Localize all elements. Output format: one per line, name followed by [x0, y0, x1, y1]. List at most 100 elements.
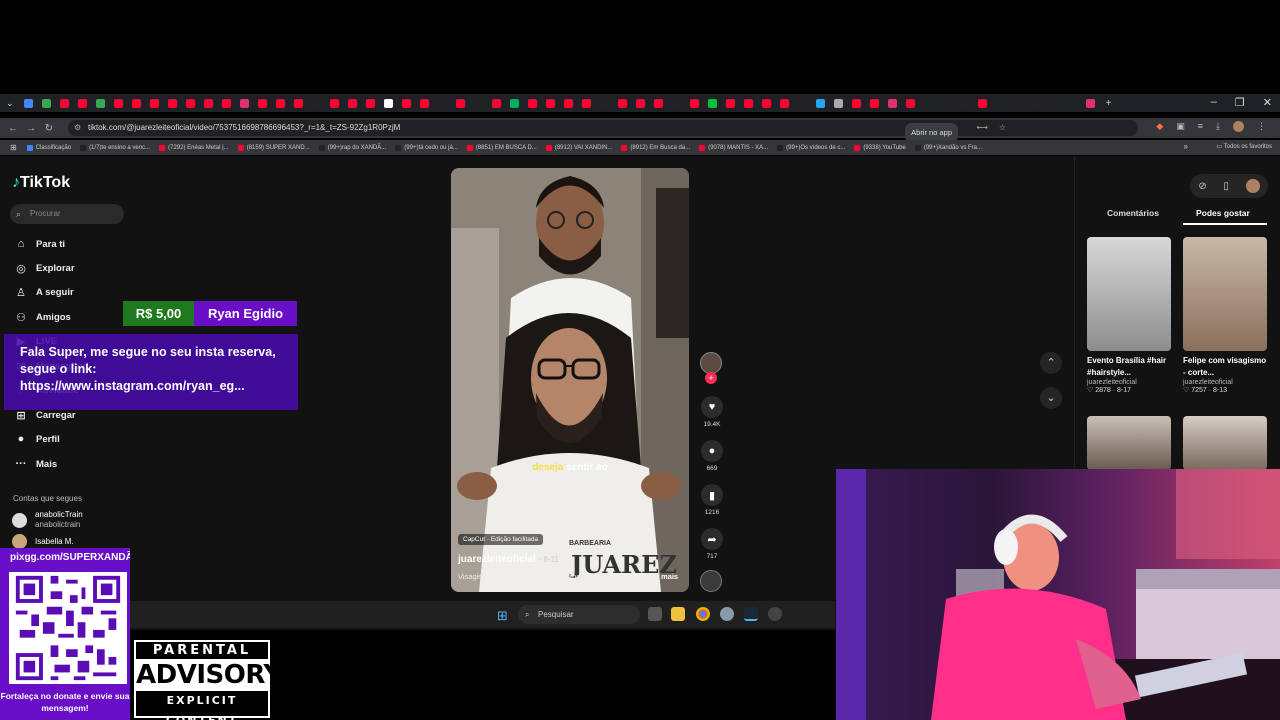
- browser-tab[interactable]: [1032, 98, 1042, 108]
- browser-tab[interactable]: [654, 98, 664, 108]
- file-explorer-icon[interactable]: [671, 607, 685, 621]
- tab-you-may-like[interactable]: Podes gostar: [1196, 208, 1250, 218]
- tiktok-logo[interactable]: ♪TikTok: [12, 174, 70, 192]
- browser-tab[interactable]: [924, 98, 934, 108]
- profile-avatar-icon[interactable]: [1233, 121, 1244, 132]
- bookmark-item[interactable]: (8912) VAI XANDIN...: [545, 144, 612, 151]
- task-view-icon[interactable]: [648, 607, 662, 621]
- sidebar-item-a-seguir[interactable]: ♙ A seguir: [14, 284, 74, 300]
- browser-tab[interactable]: [96, 98, 106, 108]
- browser-tab[interactable]: [222, 98, 232, 108]
- previous-video-icon[interactable]: ⌃: [1040, 352, 1062, 374]
- browser-tab[interactable]: [492, 98, 502, 108]
- reading-list-icon[interactable]: ≡: [1198, 121, 1203, 132]
- all-favorites-folder[interactable]: ▭ Todos os favoritos: [1216, 143, 1272, 150]
- browser-tab[interactable]: [168, 98, 178, 108]
- capcut-badge[interactable]: CapCut · Edição facilitada: [458, 534, 544, 545]
- browser-tab[interactable]: [24, 98, 34, 108]
- save-button[interactable]: ▮ 1216: [700, 484, 724, 516]
- more-bookmarks-icon[interactable]: »: [1184, 142, 1188, 151]
- bookmark-item[interactable]: Classificação: [26, 144, 71, 151]
- related-video-card[interactable]: Evento Brasília #hair #hairstyle... juar…: [1087, 237, 1171, 394]
- browser-tab[interactable]: [546, 98, 556, 108]
- browser-tab[interactable]: [150, 98, 160, 108]
- settings-icon[interactable]: [720, 607, 734, 621]
- browser-tab[interactable]: [420, 98, 430, 108]
- browser-tab[interactable]: [402, 98, 412, 108]
- compass-icon[interactable]: ⊘: [1198, 181, 1206, 192]
- forward-icon[interactable]: →: [22, 123, 40, 134]
- sidebar-item-para-ti[interactable]: ⌂ Para ti: [14, 236, 65, 252]
- browser-tab[interactable]: [780, 98, 790, 108]
- browser-tab[interactable]: [600, 98, 610, 108]
- download-icon[interactable]: ⤓: [1216, 121, 1220, 132]
- browser-tab[interactable]: [60, 98, 70, 108]
- browser-tab[interactable]: [726, 98, 736, 108]
- browser-tab[interactable]: [186, 98, 196, 108]
- next-video-icon[interactable]: ⌄: [1040, 387, 1062, 409]
- browser-tab[interactable]: [672, 98, 682, 108]
- browser-tab[interactable]: [978, 98, 988, 108]
- browser-tab[interactable]: [636, 98, 646, 108]
- browser-tab[interactable]: [366, 98, 376, 108]
- extension-icon[interactable]: ◆: [1156, 121, 1163, 132]
- browser-tab[interactable]: [1068, 98, 1078, 108]
- new-tab-button[interactable]: +: [1106, 98, 1112, 109]
- minimize-icon[interactable]: –: [1211, 96, 1217, 109]
- browser-tab[interactable]: [942, 98, 952, 108]
- browser-tab[interactable]: [510, 98, 520, 108]
- restore-icon[interactable]: ❐: [1235, 96, 1245, 109]
- browser-tab[interactable]: [528, 98, 538, 108]
- video-author[interactable]: juarezleiteoficial · 8-11: [458, 554, 559, 565]
- bookmark-item[interactable]: (99+)Os vídeos de c...: [777, 144, 845, 151]
- taskbar-search-input[interactable]: ⌕ Pesquisar: [518, 605, 640, 624]
- browser-tab[interactable]: [1050, 98, 1060, 108]
- browser-tab[interactable]: [114, 98, 124, 108]
- bookmark-item[interactable]: (99+)rap do XANDÃ...: [318, 144, 386, 151]
- tab-strip[interactable]: [20, 98, 1100, 108]
- account-item-anabolictrain[interactable]: anabolicTrain anabolictrain: [12, 510, 83, 530]
- browser-tab[interactable]: [438, 98, 448, 108]
- site-info-icon[interactable]: ⚙: [74, 120, 81, 136]
- bookmark-item[interactable]: (99+)Xandão vs Fra...: [914, 144, 982, 151]
- sidebar-item-amigos[interactable]: ⚇ Amigos: [14, 309, 71, 325]
- creator-avatar[interactable]: [700, 352, 722, 374]
- sidebar-item-explorar[interactable]: ◎ Explorar: [14, 260, 74, 276]
- bookmark-item[interactable]: (8912) Em Busca da...: [621, 144, 690, 151]
- related-thumbnail[interactable]: [1087, 416, 1171, 470]
- translate-icon[interactable]: ⟷: [977, 120, 988, 136]
- search-input[interactable]: ⌕ Procurar: [10, 204, 124, 224]
- browser-tab[interactable]: [78, 98, 88, 108]
- follow-plus-icon[interactable]: +: [705, 372, 717, 384]
- browser-tab[interactable]: [348, 98, 358, 108]
- browser-tab[interactable]: [456, 98, 466, 108]
- browser-tab[interactable]: [474, 98, 484, 108]
- browser-tab[interactable]: [744, 98, 754, 108]
- browser-tab[interactable]: [312, 98, 322, 108]
- bookmark-item[interactable]: (8159) SUPER XAND...: [237, 144, 310, 151]
- browser-tab[interactable]: [204, 98, 214, 108]
- sidebar-item-perfil[interactable]: ● Perfil: [14, 431, 60, 447]
- browser-tab[interactable]: [564, 98, 574, 108]
- bookmark-item[interactable]: (1/7)te ensino a venc...: [80, 144, 150, 151]
- browser-tab[interactable]: [870, 98, 880, 108]
- share-button[interactable]: ➦ 717: [700, 528, 724, 560]
- browser-tab[interactable]: [834, 98, 844, 108]
- related-thumbnail[interactable]: [1183, 416, 1267, 470]
- apps-grid-icon[interactable]: ⊞: [10, 143, 17, 152]
- browser-tab[interactable]: [276, 98, 286, 108]
- browser-tab[interactable]: [816, 98, 826, 108]
- browser-tab[interactable]: [888, 98, 898, 108]
- account-item-isabella[interactable]: Isabella M.: [12, 534, 74, 549]
- browser-tab[interactable]: [258, 98, 268, 108]
- more-link[interactable]: mais: [661, 572, 678, 581]
- browser-tab[interactable]: [1014, 98, 1024, 108]
- browser-tab[interactable]: [132, 98, 142, 108]
- bookmark-item[interactable]: (9338) YouTube: [854, 144, 906, 151]
- url-input[interactable]: ⚙ tiktok.com/@juarezleiteoficial/video/7…: [68, 120, 1138, 143]
- browser-tab[interactable]: [42, 98, 52, 108]
- bookmark-item[interactable]: (99+)tá cedo ou já...: [395, 144, 458, 151]
- browser-tab[interactable]: [582, 98, 592, 108]
- tab-search-icon[interactable]: ⌄: [6, 98, 14, 109]
- menu-kebab-icon[interactable]: ⋮: [1257, 121, 1266, 132]
